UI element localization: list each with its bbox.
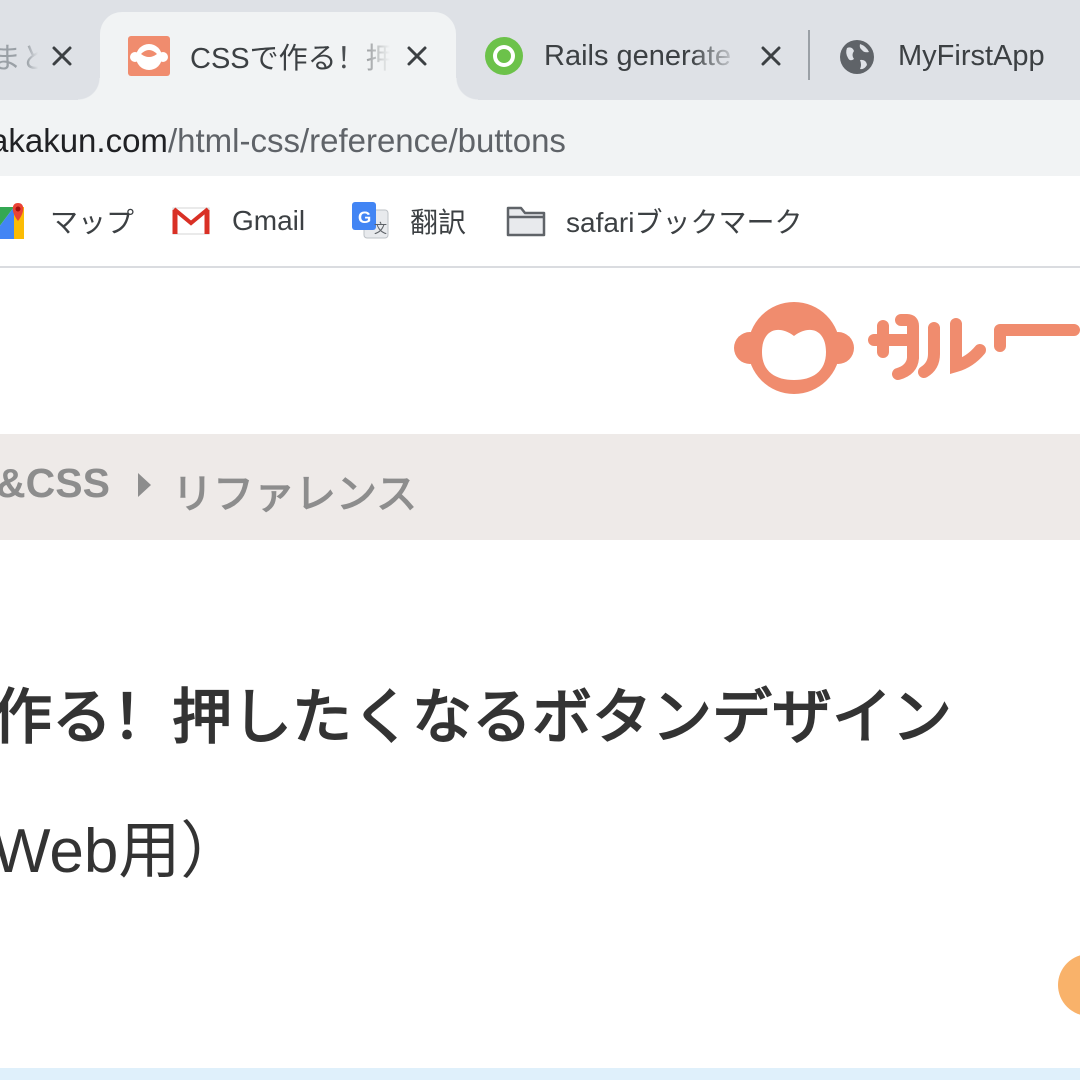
floating-action-button[interactable] bbox=[1058, 954, 1080, 1016]
tab-title: MyFirstApp bbox=[898, 39, 1045, 72]
tab-title: まと bbox=[0, 43, 38, 75]
tab-rails-generate[interactable]: Rails generate bbox=[466, 12, 806, 100]
page-title-line2: Web用） bbox=[0, 817, 243, 886]
bookmark-label: マップ bbox=[50, 207, 135, 238]
bookmark-translate[interactable]: G 文 翻訳 bbox=[350, 198, 466, 244]
url-path: /html-css/reference/buttons bbox=[167, 122, 566, 159]
tab-myfirstapp[interactable]: MyFirstApp bbox=[820, 12, 1080, 100]
tab-title: CSSで作る！押 bbox=[190, 43, 390, 75]
page-title-line1: 作る！押したくなるボタンデザイン bbox=[0, 684, 952, 751]
close-icon[interactable] bbox=[45, 39, 79, 73]
breadcrumb-current: リファレンス bbox=[172, 471, 418, 517]
bookmark-gmail[interactable]: Gmail bbox=[172, 198, 305, 244]
toolbar: akakun.com/html-css/reference/buttons bbox=[0, 100, 1080, 182]
breadcrumb: &CSS リファレンス bbox=[0, 434, 1080, 540]
content-box-top bbox=[0, 1068, 1080, 1080]
rails-icon bbox=[484, 36, 524, 76]
saru-monkey-icon bbox=[128, 36, 170, 76]
bookmarks-bar: マップ Gmail G 文 翻訳 safariブックマーク bbox=[0, 176, 1080, 268]
tab-separator bbox=[808, 30, 810, 80]
bookmark-label: Gmail bbox=[232, 205, 306, 236]
svg-text:G: G bbox=[358, 208, 371, 227]
tab-css-buttons[interactable]: CSSで作る！押 bbox=[78, 12, 478, 100]
site-logo[interactable] bbox=[734, 300, 1080, 396]
bookmark-label: 翻訳 bbox=[410, 207, 467, 238]
globe-icon bbox=[838, 38, 876, 76]
google-translate-icon: G 文 bbox=[350, 200, 390, 242]
folder-icon bbox=[506, 204, 546, 238]
svg-text:文: 文 bbox=[374, 222, 387, 237]
url-host: akakun.com bbox=[0, 122, 168, 159]
tab-title: Rails generate bbox=[544, 39, 731, 72]
bookmark-label: safariブックマーク bbox=[566, 207, 803, 238]
gmail-icon bbox=[172, 206, 210, 236]
google-maps-icon bbox=[0, 201, 28, 241]
site-header bbox=[0, 268, 1080, 434]
chevron-right-icon bbox=[138, 473, 151, 497]
bookmark-safari-folder[interactable]: safariブックマーク bbox=[506, 198, 802, 244]
address-bar[interactable]: akakun.com/html-css/reference/buttons bbox=[0, 120, 566, 162]
bookmark-maps[interactable]: マップ bbox=[0, 198, 134, 244]
close-icon[interactable] bbox=[400, 39, 434, 73]
breadcrumb-parent[interactable]: &CSS bbox=[0, 460, 110, 507]
close-icon[interactable] bbox=[754, 39, 788, 73]
tab-strip: まと CSSで作る！押 Rails generate MyFirstApp bbox=[0, 0, 1080, 100]
